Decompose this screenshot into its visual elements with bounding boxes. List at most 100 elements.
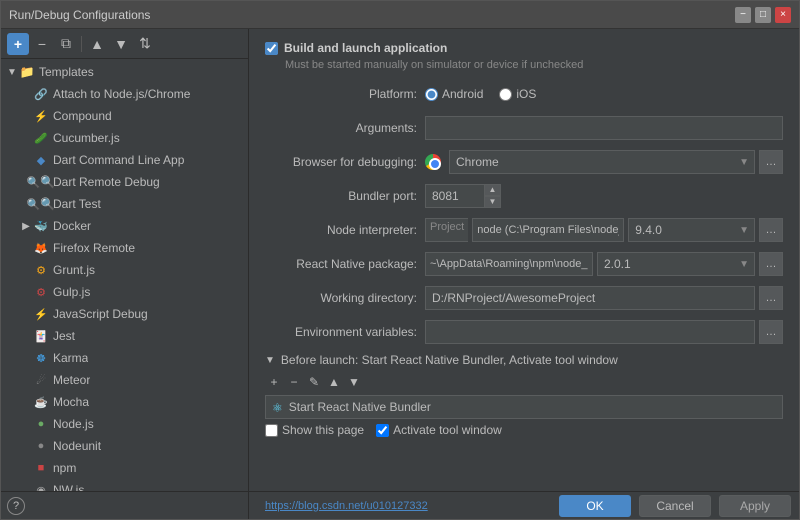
sidebar-item-grunt[interactable]: Grunt.js — [1, 259, 248, 281]
bundler-port-input[interactable]: 8081 — [425, 184, 485, 208]
npm-label: npm — [53, 461, 76, 475]
sidebar-item-compound[interactable]: Compound — [1, 105, 248, 127]
run-debug-configurations-dialog: Run/Debug Configurations − □ × + − ⧉ ▲ ▼… — [0, 0, 800, 520]
spinner-down-button[interactable]: ▼ — [485, 196, 501, 208]
config-form: Build and launch application Must be sta… — [249, 29, 799, 491]
mocha-icon — [33, 394, 49, 410]
node-interpreter-row: Node interpreter: Project node (C:\Progr… — [265, 217, 783, 243]
platform-row: Platform: Android iOS — [265, 81, 783, 107]
copy-configuration-button[interactable]: ⧉ — [55, 33, 77, 55]
show-page-checkbox[interactable] — [265, 424, 278, 437]
toolbar-separator — [81, 36, 82, 52]
sidebar-item-nwjs[interactable]: NW.js — [1, 479, 248, 491]
env-vars-input[interactable] — [425, 320, 755, 344]
sort-button[interactable]: ⇅ — [134, 33, 156, 55]
apply-button[interactable]: Apply — [719, 495, 791, 517]
sidebar-item-meteor[interactable]: Meteor — [1, 369, 248, 391]
sidebar-item-npm[interactable]: npm — [1, 457, 248, 479]
title-bar: Run/Debug Configurations − □ × — [1, 1, 799, 29]
react-package-browse-button[interactable]: … — [759, 252, 783, 276]
browser-label: Browser for debugging: — [265, 155, 425, 169]
before-launch-remove-button[interactable]: − — [285, 373, 303, 391]
working-dir-label: Working directory: — [265, 291, 425, 305]
ios-option[interactable]: iOS — [499, 87, 536, 101]
sidebar-item-dart-remote[interactable]: 🔍 Dart Remote Debug — [1, 171, 248, 193]
help-button[interactable]: ? — [7, 497, 25, 515]
status-url[interactable]: https://blog.csdn.net/u010127332 — [257, 500, 551, 512]
minimize-button[interactable]: − — [735, 7, 751, 23]
react-package-input[interactable]: ~\AppData\Roaming\npm\node_modules\react… — [425, 252, 593, 276]
karma-label: Karma — [53, 351, 88, 365]
move-down-button[interactable]: ▼ — [110, 33, 132, 55]
build-launch-checkbox[interactable] — [265, 42, 278, 55]
js-debug-icon — [33, 306, 49, 322]
android-label: Android — [442, 87, 483, 101]
cancel-button[interactable]: Cancel — [639, 495, 711, 517]
jest-icon — [33, 328, 49, 344]
sidebar-item-nodeunit[interactable]: Nodeunit — [1, 435, 248, 457]
platform-label: Platform: — [265, 87, 425, 101]
working-dir-input[interactable]: D:/RNProject/AwesomeProject — [425, 286, 755, 310]
dart-icon — [33, 152, 49, 168]
right-panel: Build and launch application Must be sta… — [249, 29, 799, 519]
platform-radio-group: Android iOS — [425, 87, 536, 101]
sidebar-item-mocha[interactable]: Mocha — [1, 391, 248, 413]
browser-control: Chrome Firefox Safari ▼ … — [425, 150, 783, 174]
meteor-label: Meteor — [53, 373, 90, 387]
maximize-button[interactable]: □ — [755, 7, 771, 23]
grunt-icon — [33, 262, 49, 278]
nodeunit-icon — [33, 438, 49, 454]
show-page-row: Show this page Activate tool window — [265, 423, 783, 437]
sidebar-item-karma[interactable]: Karma — [1, 347, 248, 369]
add-configuration-button[interactable]: + — [7, 33, 29, 55]
sidebar-item-dart[interactable]: Dart Command Line App — [1, 149, 248, 171]
node-interpreter-control: Project node (C:\Program Files\nodejs\no… — [425, 218, 783, 242]
sidebar-item-attach[interactable]: Attach to Node.js/Chrome — [1, 83, 248, 105]
show-page-option[interactable]: Show this page — [265, 423, 364, 437]
node-browse-button[interactable]: … — [759, 218, 783, 242]
arguments-label: Arguments: — [265, 121, 425, 135]
activate-window-checkbox[interactable] — [376, 424, 389, 437]
node-version-select[interactable]: 9.4.0 — [628, 218, 755, 242]
remove-configuration-button[interactable]: − — [31, 33, 53, 55]
before-launch-add-button[interactable]: + — [265, 373, 283, 391]
working-dir-browse-button[interactable]: … — [759, 286, 783, 310]
react-version-select[interactable]: 2.0.1 — [597, 252, 755, 276]
dart-remote-label: Dart Remote Debug — [53, 175, 160, 189]
bundler-item-label: Start React Native Bundler — [289, 400, 431, 414]
close-button[interactable]: × — [775, 7, 791, 23]
react-version-wrapper: 2.0.1 ▼ — [597, 252, 755, 276]
sidebar-item-gulp[interactable]: Gulp.js — [1, 281, 248, 303]
gulp-label: Gulp.js — [53, 285, 90, 299]
before-launch-edit-button[interactable]: ✎ — [305, 373, 323, 391]
sidebar-item-js-debug[interactable]: JavaScript Debug — [1, 303, 248, 325]
before-launch-down-button[interactable]: ▼ — [345, 373, 363, 391]
before-launch-expand-arrow[interactable]: ▼ — [265, 355, 275, 366]
android-option[interactable]: Android — [425, 87, 483, 101]
sidebar-item-templates[interactable]: ▼ 📁 Templates — [1, 61, 248, 83]
browser-browse-button[interactable]: … — [759, 150, 783, 174]
before-launch-up-button[interactable]: ▲ — [325, 373, 343, 391]
sidebar-item-firefox[interactable]: Firefox Remote — [1, 237, 248, 259]
android-radio[interactable] — [425, 88, 438, 101]
sidebar-item-jest[interactable]: Jest — [1, 325, 248, 347]
sidebar-item-dart-test[interactable]: 🔍 Dart Test — [1, 193, 248, 215]
bundler-item-icon — [272, 399, 283, 415]
activate-window-option[interactable]: Activate tool window — [376, 423, 502, 437]
sidebar-item-docker[interactable]: ▶ Docker — [1, 215, 248, 237]
compound-icon — [33, 108, 49, 124]
npm-icon — [33, 460, 49, 476]
arguments-input[interactable] — [425, 116, 783, 140]
env-vars-browse-button[interactable]: … — [759, 320, 783, 344]
ok-button[interactable]: OK — [559, 495, 631, 517]
move-up-button[interactable]: ▲ — [86, 33, 108, 55]
docker-icon — [33, 218, 49, 234]
sidebar-item-nodejs[interactable]: Node.js — [1, 413, 248, 435]
mocha-label: Mocha — [53, 395, 89, 409]
env-vars-row: Environment variables: … — [265, 319, 783, 345]
spinner-up-button[interactable]: ▲ — [485, 184, 501, 196]
node-path-input[interactable]: node (C:\Program Files\nodejs\node.exe) — [472, 218, 624, 242]
browser-select[interactable]: Chrome Firefox Safari — [449, 150, 755, 174]
sidebar-item-cucumber[interactable]: Cucumber.js — [1, 127, 248, 149]
ios-radio[interactable] — [499, 88, 512, 101]
